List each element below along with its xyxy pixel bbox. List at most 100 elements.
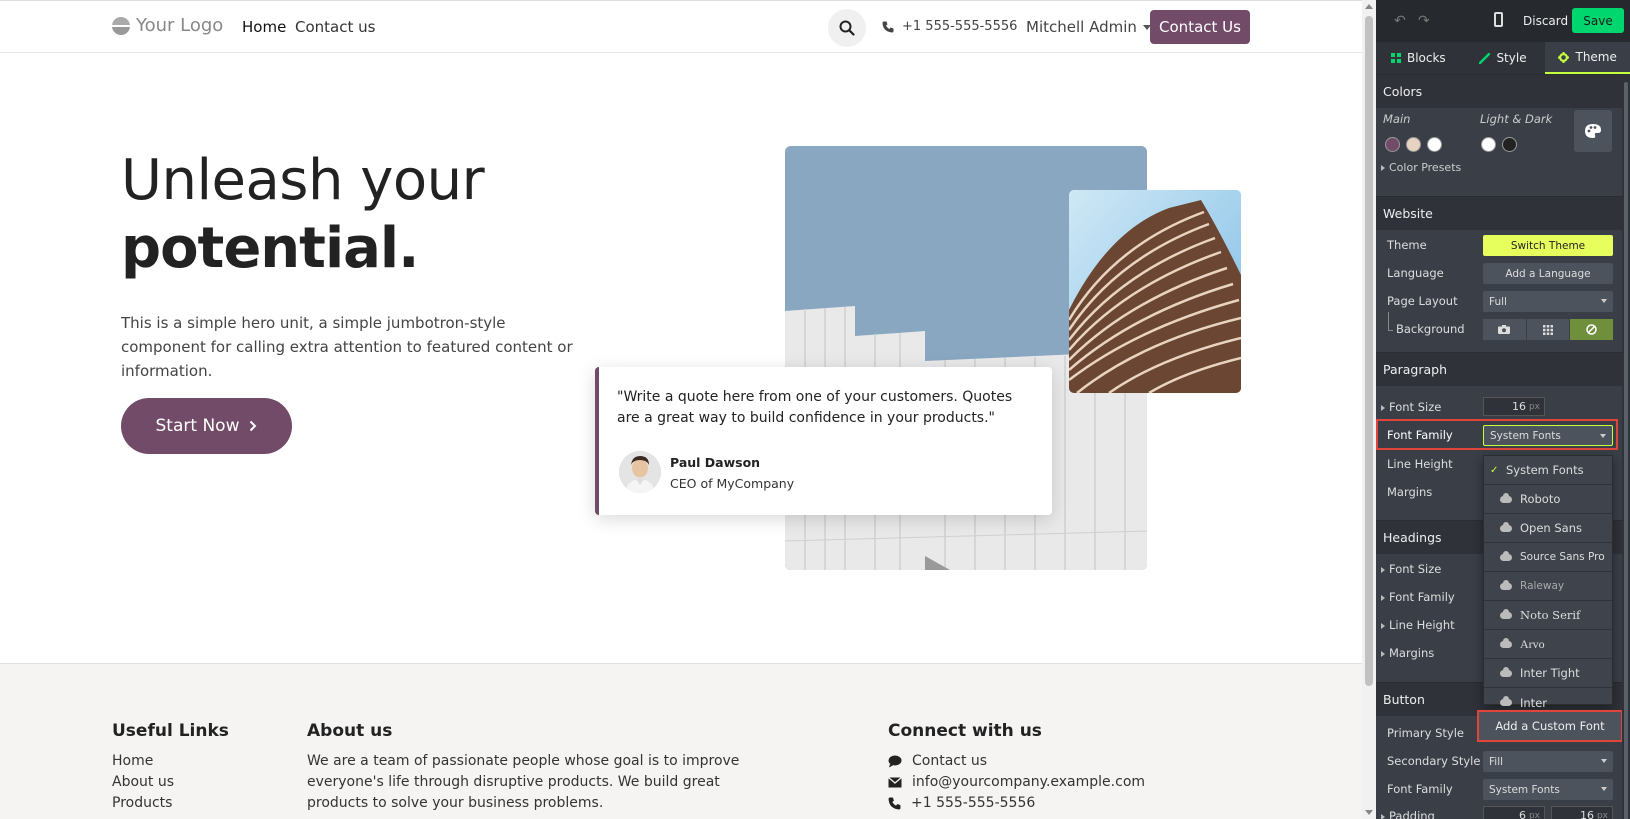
headings-font-size-label: Font Size — [1389, 562, 1442, 576]
cloud-icon — [1500, 579, 1512, 590]
discard-button[interactable]: Discard — [1523, 14, 1568, 28]
footer-phone-row[interactable]: +1 555-555-5556 — [888, 793, 1145, 814]
panel-scrollbar[interactable] — [1622, 74, 1630, 819]
add-custom-font-button[interactable]: Add a Custom Font — [1477, 710, 1623, 742]
page-layout-label: Page Layout — [1387, 294, 1458, 308]
brush-icon — [1479, 52, 1491, 64]
background-pattern-option[interactable] — [1526, 319, 1570, 340]
caret-right-icon — [1381, 622, 1385, 629]
tab-blocks[interactable]: Blocks — [1376, 42, 1461, 74]
cloud-icon — [1500, 637, 1512, 648]
headings-margins-toggle[interactable]: Margins — [1381, 646, 1434, 660]
mobile-preview-icon[interactable] — [1494, 12, 1503, 27]
button-padding-horizontal-input[interactable]: 16 px — [1551, 806, 1613, 819]
button-font-family-select[interactable]: System Fonts — [1483, 779, 1613, 800]
palette-button[interactable] — [1574, 110, 1612, 152]
font-option-label: Noto Serif — [1520, 608, 1581, 622]
cloud-icon — [1500, 492, 1512, 503]
font-option-roboto[interactable]: Roboto — [1484, 485, 1612, 514]
color-swatch-main-1[interactable] — [1385, 137, 1400, 152]
hero-image-side — [1069, 190, 1241, 393]
user-menu[interactable]: Mitchell Admin — [1026, 18, 1151, 36]
page-layout-select[interactable]: Full — [1483, 291, 1613, 312]
headings-line-height-toggle[interactable]: Line Height — [1381, 618, 1455, 632]
button-padding-toggle[interactable]: Padding — [1381, 809, 1435, 819]
website-canvas: Your Logo Home Contact us +1 555-555-555… — [0, 0, 1362, 819]
undo-icon[interactable]: ↶ — [1394, 13, 1406, 29]
scroll-down-icon[interactable] — [1365, 810, 1373, 815]
nav-home[interactable]: Home — [242, 18, 286, 36]
site-header: Your Logo Home Contact us +1 555-555-555… — [0, 1, 1362, 53]
search-button[interactable] — [828, 9, 866, 47]
tab-style[interactable]: Style — [1461, 42, 1546, 74]
headings-font-family-toggle[interactable]: Font Family — [1381, 590, 1455, 604]
headings-margins-label: Margins — [1389, 646, 1435, 660]
color-presets-toggle[interactable]: Color Presets — [1381, 161, 1461, 174]
button-secondary-label: Secondary Style — [1387, 754, 1481, 768]
save-button[interactable]: Save — [1572, 8, 1624, 33]
header-phone[interactable]: +1 555-555-5556 — [882, 19, 1017, 34]
chevron-down-icon — [1601, 759, 1607, 763]
panel-scroll-thumb[interactable] — [1624, 82, 1628, 819]
paragraph-font-size-toggle[interactable]: Font Size — [1381, 400, 1441, 414]
caret-right-icon — [1381, 594, 1385, 601]
start-now-button[interactable]: Start Now — [121, 398, 292, 454]
footer-connect-title: Connect with us — [888, 721, 1042, 741]
paragraph-font-size-input[interactable]: 16 px — [1483, 397, 1545, 416]
avatar — [619, 451, 661, 493]
cloud-icon — [1500, 666, 1512, 677]
person-avatar-icon — [619, 451, 661, 493]
button-padding-horizontal-unit: px — [1596, 810, 1608, 819]
tower-image — [1069, 190, 1241, 393]
footer-contact-row[interactable]: Contact us — [888, 751, 1145, 772]
caret-right-icon — [1381, 813, 1385, 819]
font-option-open-sans[interactable]: Open Sans — [1484, 514, 1612, 543]
nav-contact[interactable]: Contact us — [295, 18, 375, 36]
editor-tabs: Blocks Style Theme — [1376, 42, 1630, 74]
button-primary-label: Primary Style — [1387, 726, 1464, 740]
color-swatch-light[interactable] — [1481, 137, 1496, 152]
header-contact-button[interactable]: Contact Us — [1150, 10, 1250, 44]
site-scrollbar[interactable] — [1362, 0, 1376, 819]
site-scroll-thumb[interactable] — [1365, 16, 1373, 686]
color-presets-label: Color Presets — [1389, 161, 1462, 174]
footer-link-products[interactable]: Products — [112, 793, 229, 814]
headings-font-size-toggle[interactable]: Font Size — [1381, 562, 1441, 576]
button-padding-vertical-unit: px — [1528, 810, 1540, 819]
button-padding-vertical-value: 6 — [1518, 809, 1526, 819]
font-option-label: System Fonts — [1506, 463, 1584, 477]
background-image-option[interactable] — [1483, 319, 1526, 340]
font-option-source-sans-pro[interactable]: Source Sans Pro — [1484, 543, 1612, 572]
footer-email-row[interactable]: info@yourcompany.example.com — [888, 772, 1145, 793]
font-option-label: Arvo — [1520, 636, 1545, 651]
button-padding-vertical-input[interactable]: 6 px — [1483, 806, 1545, 819]
font-option-arvo[interactable]: Arvo — [1484, 630, 1612, 659]
caret-right-icon — [1381, 165, 1385, 171]
font-option-inter-tight[interactable]: Inter Tight — [1484, 659, 1612, 688]
footer-connect: Connect with us Contact us info@yourcomp… — [888, 721, 1145, 814]
background-none-option[interactable] — [1570, 319, 1614, 340]
scroll-up-icon[interactable] — [1365, 4, 1373, 9]
redo-icon[interactable]: ↷ — [1418, 13, 1430, 29]
tab-theme[interactable]: Theme — [1545, 42, 1630, 74]
switch-theme-button[interactable]: Switch Theme — [1483, 235, 1613, 256]
page-layout-value: Full — [1489, 295, 1507, 308]
camera-icon — [1498, 325, 1511, 334]
footer-about-title: About us — [307, 721, 393, 741]
color-swatch-dark[interactable] — [1502, 137, 1517, 152]
color-swatch-main-2[interactable] — [1406, 137, 1421, 152]
chevron-down-icon — [1600, 434, 1606, 438]
site-logo[interactable]: Your Logo — [112, 15, 223, 36]
button-padding-label: Padding — [1389, 809, 1435, 819]
paragraph-font-family-select[interactable]: System Fonts — [1483, 425, 1613, 446]
font-option-system[interactable]: ✓ System Fonts — [1484, 456, 1612, 485]
footer-link-about[interactable]: About us — [112, 772, 229, 793]
font-option-noto-serif[interactable]: Noto Serif — [1484, 601, 1612, 630]
chevron-down-icon — [1601, 787, 1607, 791]
add-language-button[interactable]: Add a Language — [1483, 263, 1613, 284]
tree-line — [1388, 312, 1389, 331]
button-secondary-select[interactable]: Fill — [1483, 751, 1613, 772]
color-swatch-main-3[interactable] — [1427, 137, 1442, 152]
font-option-raleway[interactable]: Raleway — [1484, 572, 1612, 601]
footer-link-home[interactable]: Home — [112, 751, 229, 772]
